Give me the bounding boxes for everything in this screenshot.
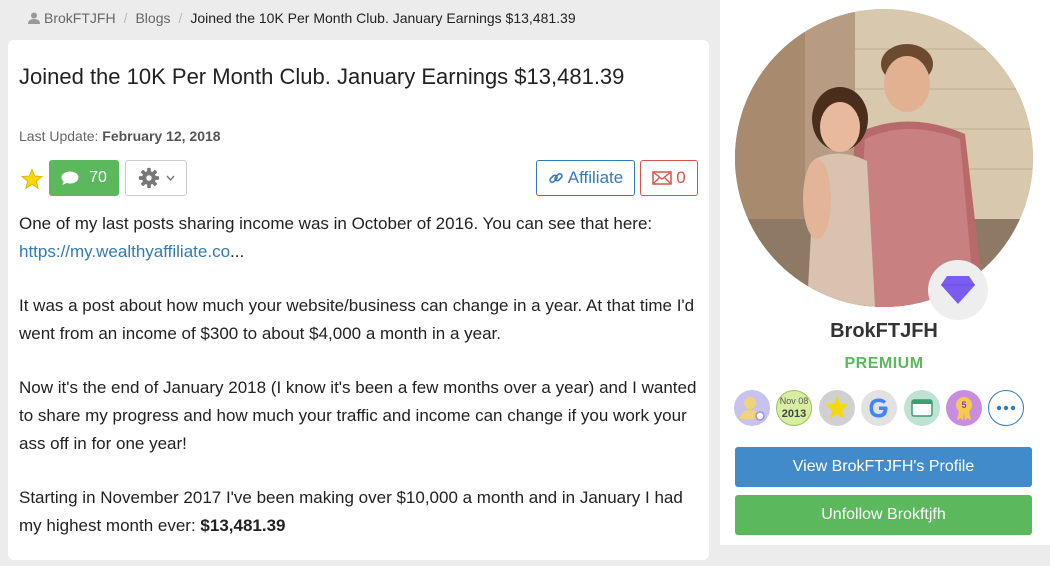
link-icon xyxy=(548,172,563,184)
paragraph-text: Starting in November 2017 I've been maki… xyxy=(19,488,683,535)
chevron-down-icon xyxy=(165,175,175,181)
affiliate-label: Affiliate xyxy=(567,168,624,187)
profile-photo xyxy=(735,9,1033,307)
post-toolbar: 70 Affiliate 0 xyxy=(19,160,699,196)
message-count: 0 xyxy=(676,168,686,187)
breadcrumb-separator: / xyxy=(123,10,128,26)
paragraph-text: One of my last posts sharing income was … xyxy=(19,214,653,233)
gear-icon xyxy=(138,167,159,189)
view-profile-button[interactable]: View BrokFTJFH's Profile xyxy=(735,447,1032,487)
wealthy-affiliate-link[interactable]: https://my.wealthyaffiliate.co xyxy=(19,242,230,261)
star-badge[interactable] xyxy=(819,390,855,426)
badge-month: Nov 08 xyxy=(779,396,809,406)
comment-count: 70 xyxy=(89,169,107,186)
breadcrumb-blogs-link[interactable]: Blogs xyxy=(135,10,170,26)
avatar[interactable] xyxy=(735,9,1033,307)
earnings-highlight: $13,481.39 xyxy=(200,516,286,535)
last-update-date: February 12, 2018 xyxy=(102,128,221,144)
post-body: One of my last posts sharing income was … xyxy=(19,210,699,566)
affiliate-link-button[interactable]: Affiliate xyxy=(536,160,635,196)
star-icon xyxy=(825,396,849,419)
member-since-badge[interactable]: Nov 08 2013 xyxy=(776,390,812,426)
comment-icon xyxy=(61,171,79,185)
achievement-badges: Nov 08 2013 5 xyxy=(734,390,1034,426)
paragraph: One of my last posts sharing income was … xyxy=(19,210,699,266)
breadcrumb-current: Joined the 10K Per Month Club. January E… xyxy=(190,10,576,26)
breadcrumb-separator: / xyxy=(178,10,183,26)
rank-number: 5 xyxy=(961,400,967,410)
ellipsis-icon xyxy=(996,405,1016,411)
star-icon[interactable] xyxy=(21,168,43,190)
paragraph-suffix: ... xyxy=(230,242,245,261)
envelope-icon xyxy=(652,171,673,185)
google-badge[interactable] xyxy=(861,390,897,426)
comments-button[interactable]: 70 xyxy=(49,160,119,196)
last-update-label: Last Update: xyxy=(19,128,99,144)
user-icon xyxy=(28,12,40,24)
main-column: BrokFTJFH / Blogs / Joined the 10K Per M… xyxy=(0,0,720,560)
rank-badge[interactable]: 5 xyxy=(946,390,982,426)
website-badge[interactable] xyxy=(904,390,940,426)
message-button[interactable]: 0 xyxy=(640,160,698,196)
diamond-icon xyxy=(941,276,975,304)
breadcrumb: BrokFTJFH / Blogs / Joined the 10K Per M… xyxy=(28,10,576,26)
paragraph: It was a post about how much your websit… xyxy=(19,296,695,343)
profile-sidebar: BrokFTJFH PREMIUM Nov 08 2013 5 View Bro… xyxy=(720,0,1050,545)
user-gear-icon xyxy=(740,397,765,421)
more-badges-button[interactable] xyxy=(988,390,1024,426)
paragraph: Starting in November 2017 I've been maki… xyxy=(19,484,699,540)
user-badge[interactable] xyxy=(734,390,770,426)
last-update: Last Update: February 12, 2018 xyxy=(19,128,221,144)
breadcrumb-user-link[interactable]: BrokFTJFH xyxy=(44,10,116,26)
settings-dropdown-button[interactable] xyxy=(125,160,187,196)
post-card: Joined the 10K Per Month Club. January E… xyxy=(8,40,709,560)
profile-username[interactable]: BrokFTJFH xyxy=(720,320,1048,343)
membership-level: PREMIUM xyxy=(844,355,924,372)
google-icon xyxy=(869,398,888,418)
badge-year: 2013 xyxy=(781,408,807,420)
premium-diamond-badge xyxy=(928,260,988,320)
browser-window-icon xyxy=(911,399,933,417)
post-title: Joined the 10K Per Month Club. January E… xyxy=(19,64,625,89)
unfollow-button[interactable]: Unfollow Brokftjfh xyxy=(735,495,1032,535)
paragraph: Now it's the end of January 2018 (I know… xyxy=(19,378,697,453)
